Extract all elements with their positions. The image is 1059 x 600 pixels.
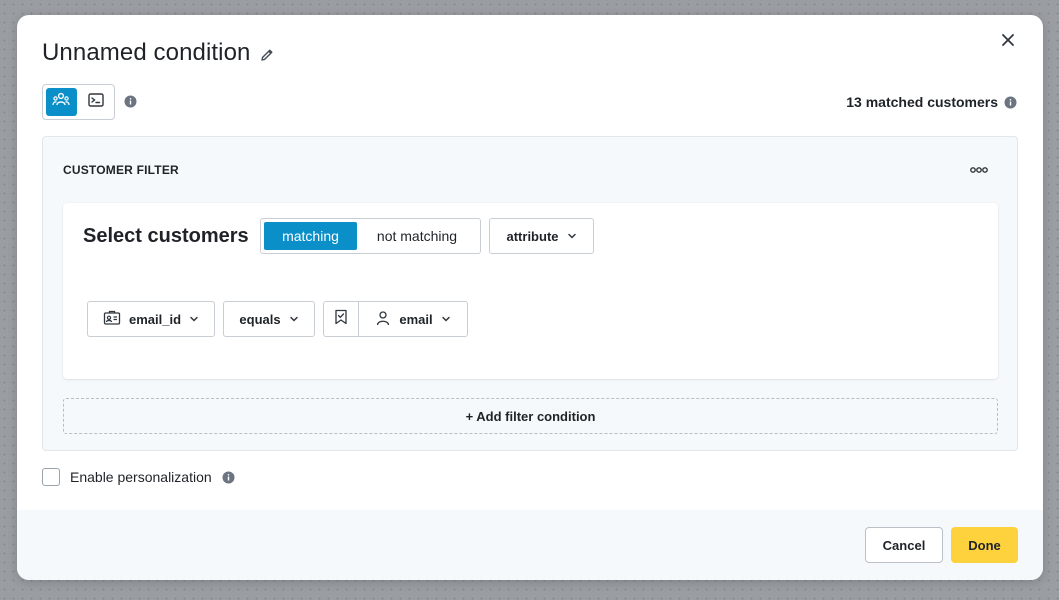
personalization-info-icon[interactable] [222, 471, 235, 484]
people-group-icon [51, 90, 71, 115]
chevron-down-icon [441, 314, 451, 324]
visual-mode-button[interactable] [46, 88, 77, 116]
id-card-icon [103, 310, 121, 329]
matched-count: 13 matched customers [846, 94, 1017, 110]
value-dropdown-label: email [399, 311, 433, 327]
add-filter-condition-button[interactable]: + Add filter condition [63, 398, 998, 434]
field-dropdown-label: email_id [128, 311, 182, 327]
personalization-row: Enable personalization [42, 468, 235, 486]
filter-card: Select customers matching not matching a… [63, 203, 998, 379]
segment-not-matching[interactable]: not matching [357, 222, 477, 250]
segment-matching[interactable]: matching [264, 222, 357, 250]
cancel-button[interactable]: Cancel [865, 527, 943, 563]
operator-dropdown[interactable]: equals [223, 301, 315, 337]
chevron-down-icon [567, 231, 577, 241]
mode-info-icon[interactable] [124, 95, 137, 108]
mode-toggle [42, 84, 115, 120]
matched-info-icon[interactable] [1004, 96, 1017, 109]
pencil-icon[interactable] [259, 47, 275, 63]
select-customers-title: Select customers [83, 225, 249, 247]
value-type-button[interactable] [324, 302, 359, 336]
scope-dropdown[interactable]: attribute [489, 218, 594, 254]
more-options-button[interactable] [969, 164, 989, 176]
more-dots-icon [970, 161, 988, 179]
personalization-checkbox[interactable] [42, 468, 60, 486]
terminal-icon [87, 91, 105, 114]
modal-title: Unnamed condition [42, 39, 251, 66]
match-segmented-control: matching not matching [260, 218, 481, 254]
chevron-down-icon [189, 314, 199, 324]
matched-customers-text: 13 matched customers [846, 94, 998, 110]
condition-modal: Unnamed condition 13 matched customers C… [17, 15, 1043, 580]
operator-dropdown-label: equals [239, 311, 281, 327]
modal-footer: Cancel Done [17, 510, 1043, 580]
close-icon [1001, 33, 1015, 52]
customer-filter-panel: CUSTOMER FILTER Select customers matchin… [42, 136, 1018, 451]
scope-dropdown-label: attribute [506, 228, 559, 244]
value-group: email [323, 301, 468, 337]
field-dropdown[interactable]: email_id [87, 301, 215, 337]
filter-header: CUSTOMER FILTER [63, 163, 179, 177]
code-mode-button[interactable] [81, 88, 112, 116]
bookmark-check-icon [334, 309, 348, 330]
value-dropdown[interactable]: email [359, 310, 467, 329]
done-button[interactable]: Done [951, 527, 1018, 563]
close-button[interactable] [999, 33, 1017, 51]
title-row: Unnamed condition [42, 39, 275, 67]
person-icon [375, 310, 391, 329]
personalization-label: Enable personalization [70, 469, 212, 485]
chevron-down-icon [289, 314, 299, 324]
